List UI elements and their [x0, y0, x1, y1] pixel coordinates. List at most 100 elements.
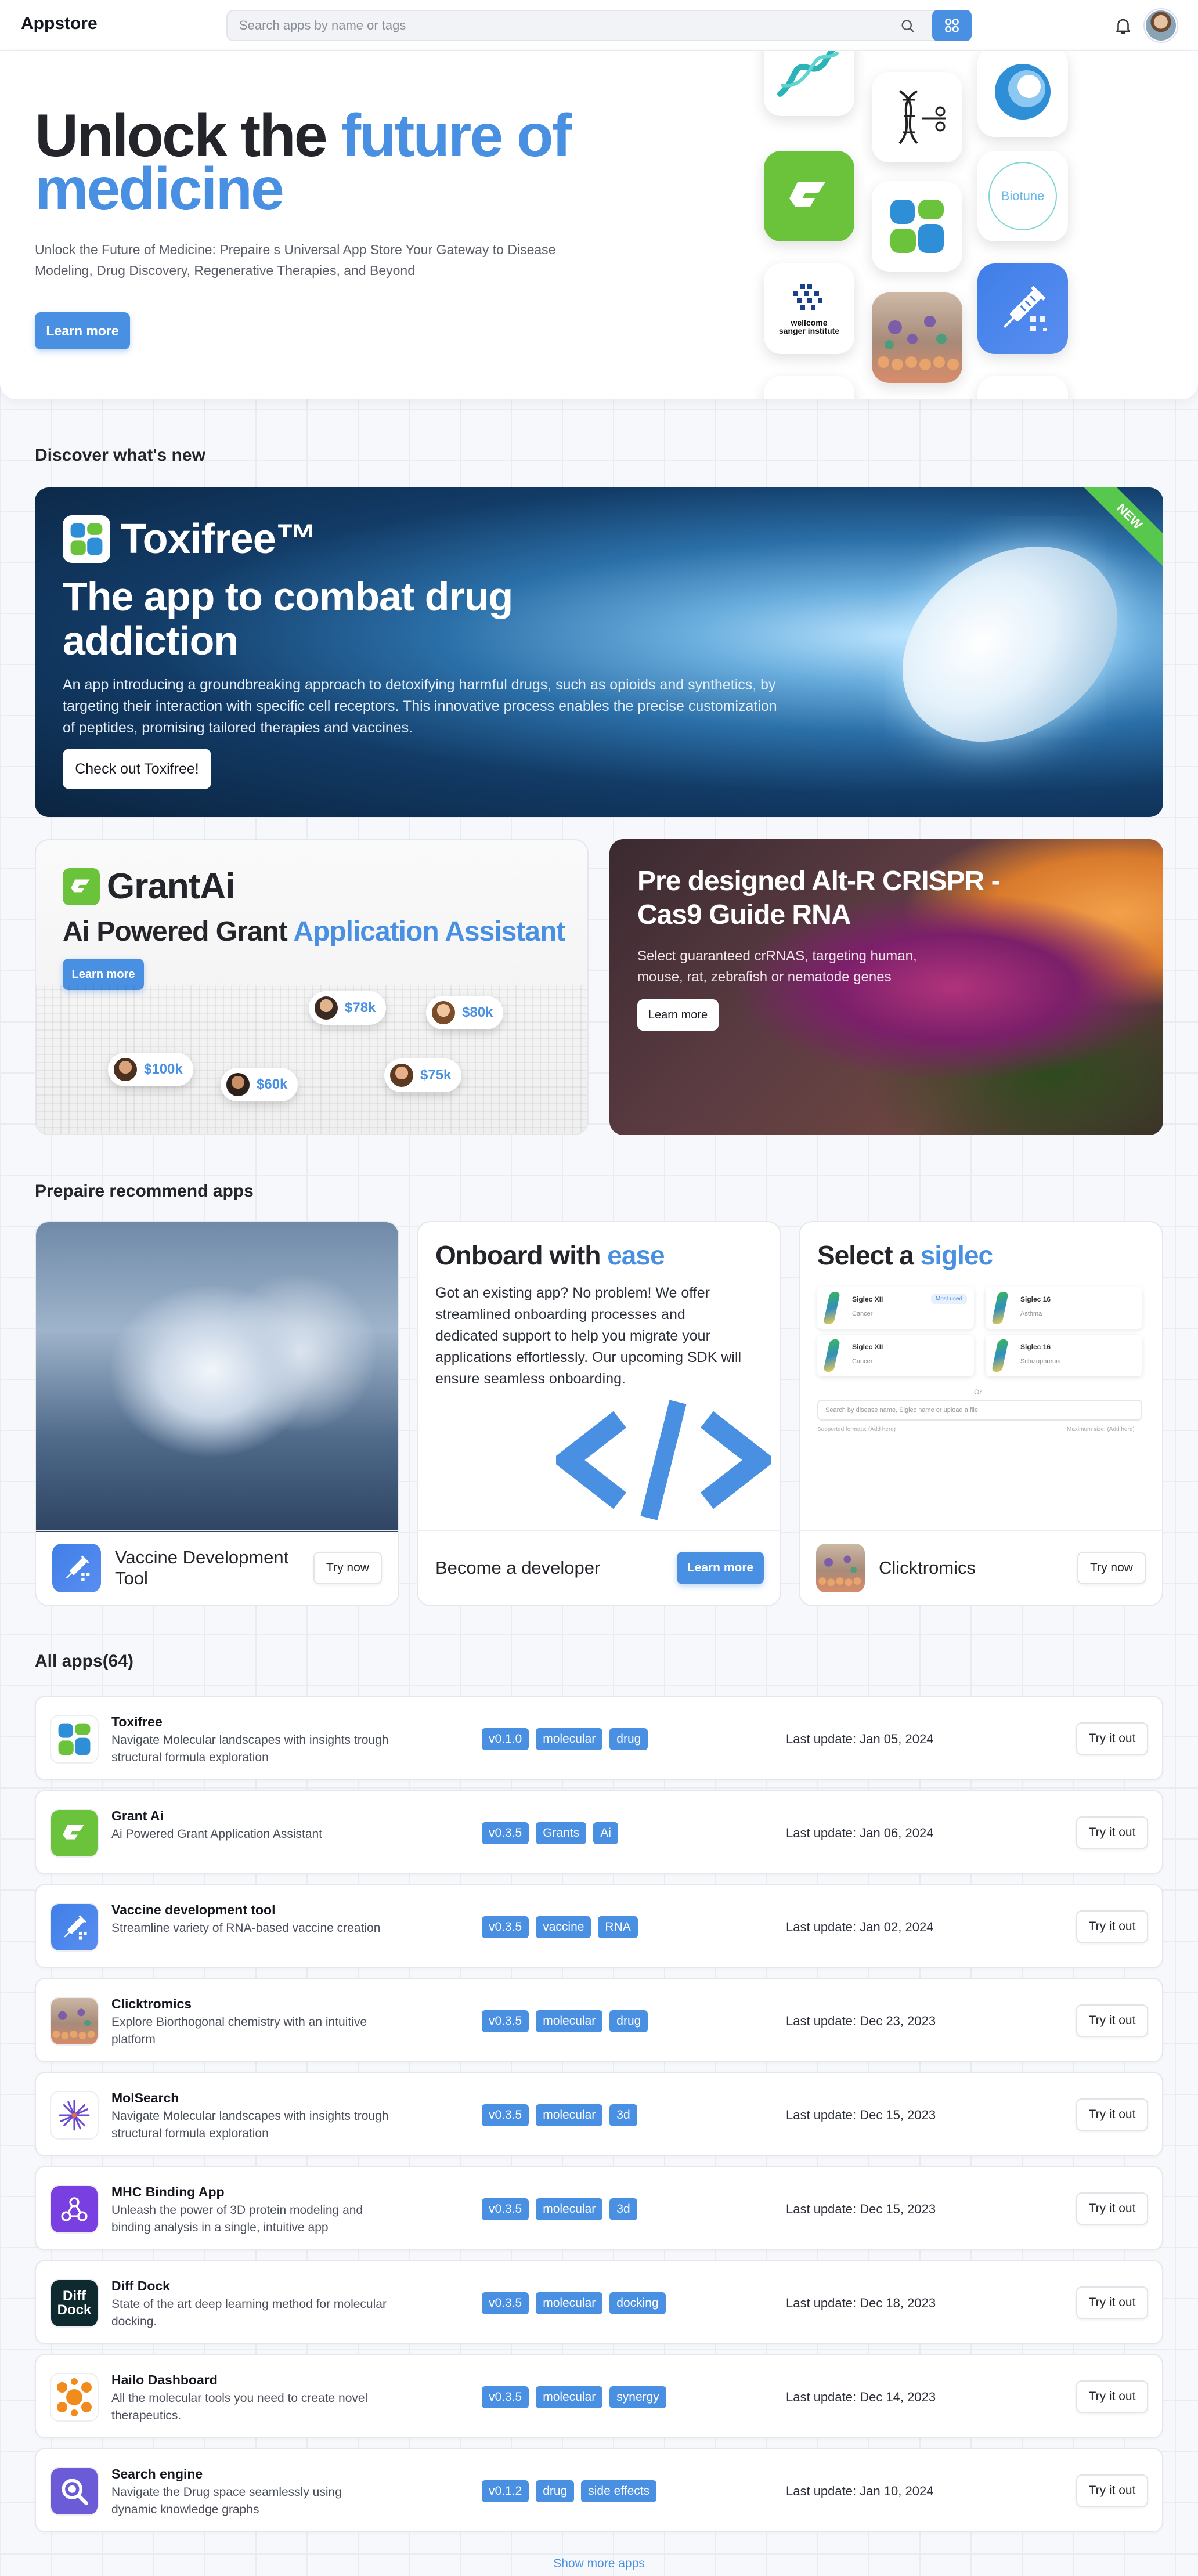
category-tag[interactable]: molecular [536, 2010, 603, 2032]
try-it-out-button[interactable]: Try it out [1076, 2098, 1148, 2131]
app-tile-toxifree[interactable] [872, 181, 962, 272]
app-name[interactable]: Hailo Dashboard [111, 2372, 218, 2388]
try-it-out-button[interactable]: Try it out [1076, 2474, 1148, 2507]
grantai-card[interactable]: GrantAi Ai Powered Grant Application Ass… [35, 839, 589, 1135]
category-tag[interactable]: side effects [581, 2480, 657, 2502]
diffdock-icon: Diff Dock [50, 2279, 99, 2328]
try-it-out-button[interactable]: Try it out [1076, 1722, 1148, 1755]
app-row[interactable]: MolSearch Navigate Molecular landscapes w… [35, 2072, 1163, 2156]
category-tag[interactable]: vaccine [536, 1916, 591, 1938]
siglec-option[interactable]: Siglec 16 Schizophrenia [986, 1335, 1142, 1376]
clicktromics-try-now-button[interactable]: Try now [1077, 1552, 1146, 1584]
app-tile-clicktromics[interactable] [872, 292, 962, 383]
app-row[interactable]: MHC Binding App Unleash the power of 3D p… [35, 2166, 1163, 2250]
app-tile-vaccine[interactable] [977, 263, 1068, 354]
app-tile-partial-2[interactable] [977, 376, 1068, 399]
crispr-learn-more-button[interactable]: Learn more [637, 999, 719, 1031]
app-name[interactable]: Clicktromics [111, 1996, 192, 2012]
version-tag[interactable]: v0.3.5 [482, 1822, 529, 1844]
try-it-out-button[interactable]: Try it out [1076, 2004, 1148, 2037]
app-name[interactable]: Toxifree [111, 1714, 163, 1730]
last-update: Last update: Jan 06, 2024 [786, 1826, 934, 1840]
app-tile-biotune[interactable]: Biotune [977, 151, 1068, 241]
toxifree-logo-icon [63, 515, 110, 563]
app-tile-dna-scissors[interactable] [872, 72, 962, 162]
app-name[interactable]: Search engine [111, 2466, 203, 2482]
category-tag[interactable]: drug [609, 2010, 648, 2032]
app-row[interactable]: Search engine Navigate the Drug space sea… [35, 2448, 1163, 2532]
try-it-out-button[interactable]: Try it out [1076, 2286, 1148, 2319]
app-row[interactable]: Toxifree Navigate Molecular landscapes wi… [35, 1696, 1163, 1780]
version-tag[interactable]: v0.3.5 [482, 1916, 529, 1938]
try-it-out-button[interactable]: Try it out [1076, 2192, 1148, 2225]
app-name[interactable]: MolSearch [111, 2090, 179, 2106]
crispr-card[interactable]: Pre designed Alt-R CRISPR - Cas9 Guide R… [609, 839, 1163, 1135]
app-row[interactable]: Vaccine development tool Streamline varie… [35, 1884, 1163, 1968]
app-tile-sanger[interactable]: wellcome sanger institute [764, 263, 854, 354]
category-tag[interactable]: Ai [593, 1822, 618, 1844]
version-tag[interactable]: v0.3.5 [482, 2386, 529, 2408]
vaccine-tool-card[interactable]: Vaccine Development Tool Try now [35, 1221, 399, 1606]
app-row[interactable]: Hailo Dashboard All the molecular tools y… [35, 2354, 1163, 2438]
try-it-out-button[interactable]: Try it out [1076, 1816, 1148, 1849]
version-tag[interactable]: v0.3.5 [482, 2010, 529, 2032]
search-input[interactable] [228, 11, 924, 40]
app-name[interactable]: MHC Binding App [111, 2184, 225, 2200]
onboard-learn-more-button[interactable]: Learn more [677, 1552, 764, 1584]
category-tag[interactable]: 3d [609, 2104, 637, 2126]
user-avatar[interactable] [1145, 9, 1177, 42]
version-tag[interactable]: v0.3.5 [482, 2104, 529, 2126]
last-update: Last update: Jan 02, 2024 [786, 1920, 934, 1934]
siglec-search-input[interactable]: Search by disease name, Siglec name or u… [817, 1400, 1142, 1421]
brand-logo[interactable]: Appstore [21, 14, 98, 34]
version-tag[interactable]: v0.1.2 [482, 2480, 529, 2502]
version-tag[interactable]: v0.1.0 [482, 1728, 529, 1750]
category-tag[interactable]: RNA [598, 1916, 638, 1938]
app-tile-partial-1[interactable] [764, 376, 854, 399]
category-tag[interactable]: Grants [536, 1822, 587, 1844]
category-tag[interactable]: molecular [536, 2104, 603, 2126]
category-tag[interactable]: synergy [609, 2386, 666, 2408]
clicktromics-icon [50, 1997, 99, 2046]
siglec-card[interactable]: Select a siglec Siglec XII Cancer Most use… [799, 1221, 1163, 1606]
category-tag[interactable]: molecular [536, 1728, 603, 1750]
notification-bell-icon[interactable] [1113, 15, 1133, 36]
app-row[interactable]: Clicktromics Explore Biorthogonal chemist… [35, 1978, 1163, 2062]
app-row[interactable]: Grant Ai Ai Powered Grant Application Ass… [35, 1790, 1163, 1874]
version-tag[interactable]: v0.3.5 [482, 2292, 529, 2314]
hero-learn-more-button[interactable]: Learn more [35, 312, 130, 349]
categories-grid-button[interactable] [932, 10, 972, 41]
vaccine-try-now-button[interactable]: Try now [313, 1552, 382, 1584]
app-tile-grantai[interactable] [764, 151, 854, 241]
check-out-toxifree-button[interactable]: Check out Toxifree! [63, 749, 211, 789]
last-update: Last update: Dec 14, 2023 [786, 2390, 936, 2404]
category-tag[interactable]: molecular [536, 2386, 603, 2408]
category-tag[interactable]: molecular [536, 2292, 603, 2314]
onboard-card[interactable]: Onboard with ease Got an existing app? N… [417, 1221, 781, 1606]
search-icon[interactable] [900, 18, 916, 34]
category-tag[interactable]: docking [609, 2292, 666, 2314]
category-tag[interactable]: drug [609, 1728, 648, 1750]
siglec-option-sub: Asthma [1020, 1310, 1042, 1317]
app-row[interactable]: Diff Dock Diff Dock State of the art deep l… [35, 2260, 1163, 2344]
category-tag[interactable]: drug [536, 2480, 575, 2502]
app-tile-blue-swirl[interactable] [977, 51, 1068, 137]
try-it-out-button[interactable]: Try it out [1076, 1910, 1148, 1943]
category-tag[interactable]: molecular [536, 2198, 603, 2220]
amount-bubble: $100k [108, 1053, 193, 1086]
teal-star-icon [994, 392, 1052, 399]
app-tile-rna-helix[interactable] [764, 51, 854, 116]
siglec-option[interactable]: Siglec XII Cancer Most used [817, 1287, 974, 1329]
toxifree-banner[interactable]: Toxifree™ The app to combat drug addicti… [35, 487, 1163, 817]
siglec-option[interactable]: Siglec 16 Asthma [986, 1287, 1142, 1329]
search-bar[interactable] [226, 10, 972, 41]
version-tag[interactable]: v0.3.5 [482, 2198, 529, 2220]
app-name[interactable]: Vaccine development tool [111, 1902, 275, 1918]
try-it-out-button[interactable]: Try it out [1076, 2380, 1148, 2413]
siglec-option[interactable]: Siglec XII Cancer [817, 1335, 974, 1376]
show-more-apps-link[interactable]: Show more apps [0, 2557, 1198, 2571]
app-name[interactable]: Grant Ai [111, 1808, 164, 1824]
category-tag[interactable]: 3d [609, 2198, 637, 2220]
onboard-title-dark: Onboard with [435, 1240, 608, 1270]
app-name[interactable]: Diff Dock [111, 2278, 170, 2294]
